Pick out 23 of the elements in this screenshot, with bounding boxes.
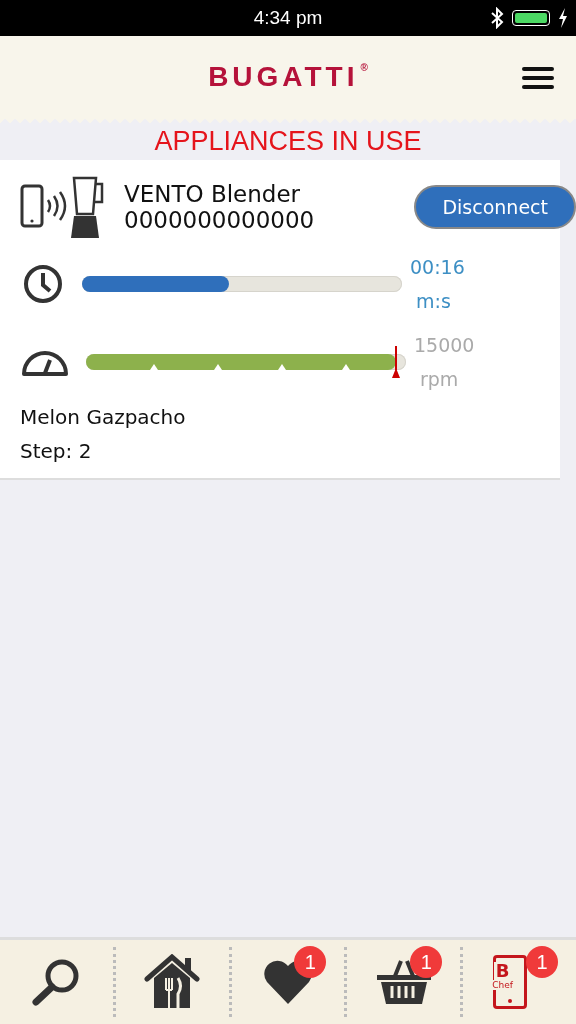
count-badge: 1 bbox=[410, 946, 443, 978]
serial-number: 0000000000000 bbox=[124, 207, 316, 233]
timer-reading: 00:16 bbox=[410, 255, 465, 280]
speed-unit: rpm bbox=[419, 367, 460, 392]
page-title: APPLIANCES IN USE bbox=[153, 126, 423, 158]
disconnect-button[interactable]: Disconnect bbox=[414, 185, 576, 229]
bluetooth-icon bbox=[490, 7, 504, 29]
phone-blender-icon bbox=[20, 174, 106, 240]
house-cutlery-icon[interactable] bbox=[144, 954, 201, 1010]
battery-icon bbox=[512, 10, 550, 26]
speed-marker-icon bbox=[391, 346, 402, 378]
appliance-name: VENTO Blender bbox=[124, 181, 302, 207]
status-time: 4:34 pm bbox=[253, 7, 323, 29]
speed-reading: 15000 bbox=[414, 333, 475, 358]
chef-app-icon[interactable]: B Chef bbox=[492, 955, 527, 1009]
recipe-name: Melon Gazpacho bbox=[20, 404, 187, 431]
timer-unit: m:s bbox=[415, 289, 452, 314]
count-badge: 1 bbox=[526, 946, 558, 978]
count-badge: 1 bbox=[294, 946, 327, 978]
charging-icon bbox=[558, 8, 568, 28]
step-label: Step: 2 bbox=[20, 438, 93, 465]
menu-icon[interactable] bbox=[522, 66, 554, 90]
brand-logo: BUGATTI® bbox=[208, 62, 368, 92]
